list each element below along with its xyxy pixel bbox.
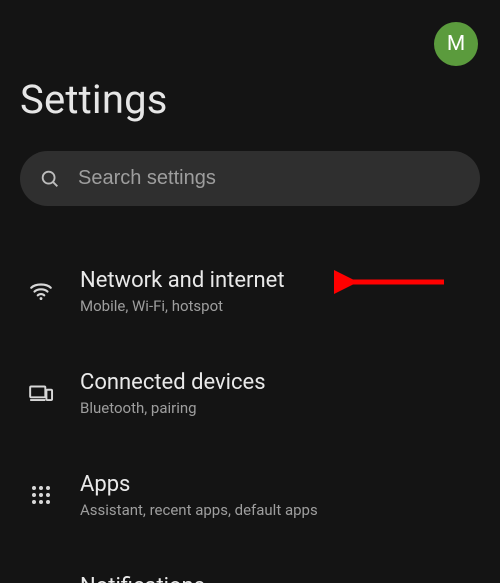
- avatar-letter: M: [447, 32, 465, 56]
- item-title: Network and internet: [80, 267, 285, 295]
- notifications-icon: [22, 578, 60, 583]
- item-title: Apps: [80, 471, 318, 499]
- settings-screen: M Settings Network and internet: [0, 0, 500, 583]
- item-title: Notifications: [80, 573, 306, 583]
- wifi-icon: [22, 272, 60, 310]
- item-apps[interactable]: Apps Assistant, recent apps, default app…: [22, 444, 480, 546]
- devices-icon: [22, 374, 60, 412]
- item-texts: Apps Assistant, recent apps, default app…: [80, 471, 318, 520]
- item-texts: Connected devices Bluetooth, pairing: [80, 369, 266, 418]
- search-icon: [38, 167, 62, 191]
- apps-icon: [22, 476, 60, 514]
- avatar[interactable]: M: [434, 22, 478, 66]
- annotation-arrow: [334, 262, 454, 302]
- item-title: Connected devices: [80, 369, 266, 397]
- item-subtitle: Bluetooth, pairing: [80, 399, 266, 417]
- item-network-and-internet[interactable]: Network and internet Mobile, Wi-Fi, hots…: [22, 240, 480, 342]
- page-title: Settings: [20, 76, 480, 123]
- item-subtitle: Mobile, Wi-Fi, hotspot: [80, 297, 285, 315]
- item-subtitle: Assistant, recent apps, default apps: [80, 501, 318, 519]
- item-texts: Network and internet Mobile, Wi-Fi, hots…: [80, 267, 285, 316]
- search-input[interactable]: [76, 166, 462, 191]
- item-texts: Notifications Notification history, conv…: [80, 573, 306, 583]
- item-notifications[interactable]: Notifications Notification history, conv…: [22, 546, 480, 583]
- item-connected-devices[interactable]: Connected devices Bluetooth, pairing: [22, 342, 480, 444]
- search-bar[interactable]: [20, 151, 480, 206]
- settings-list: Network and internet Mobile, Wi-Fi, hots…: [20, 240, 480, 583]
